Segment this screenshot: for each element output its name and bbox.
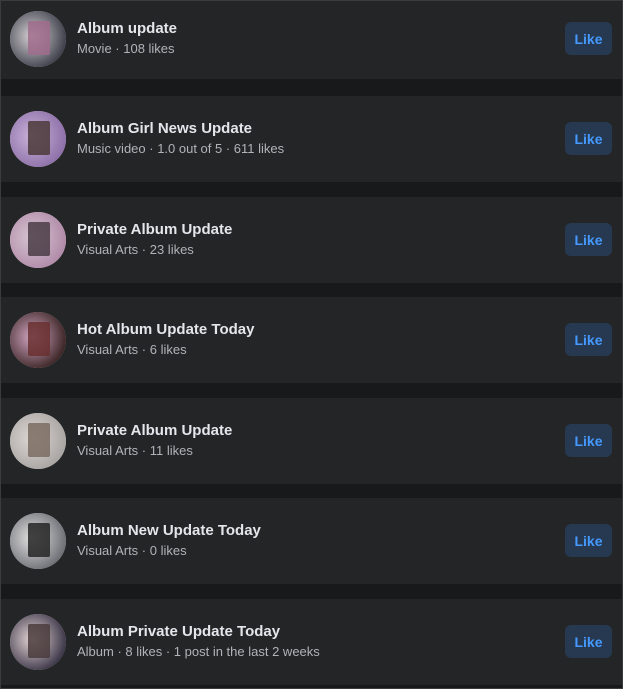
page-name-link[interactable]: Hot Album Update Today — [77, 321, 255, 338]
avatar-pixelation — [28, 423, 50, 457]
page-name-link[interactable]: Album Girl News Update — [77, 120, 252, 137]
like-button[interactable]: Like — [565, 524, 612, 557]
page-row[interactable]: Album Girl News Update Music video · 1.0 … — [1, 96, 622, 182]
avatar-pixelation — [28, 322, 50, 356]
page-name-link[interactable]: Album Private Update Today — [77, 623, 280, 640]
page-avatar[interactable] — [10, 312, 66, 368]
page-meta: Visual Arts · 23 likes — [77, 242, 194, 257]
like-button[interactable]: Like — [565, 22, 612, 55]
page-avatar[interactable] — [10, 413, 66, 469]
avatar-pixelation — [28, 222, 50, 256]
page-name-link[interactable]: Private Album Update — [77, 422, 232, 439]
like-button[interactable]: Like — [565, 122, 612, 155]
page-avatar[interactable] — [10, 212, 66, 268]
page-name-link[interactable]: Album update — [77, 20, 177, 37]
page-avatar[interactable] — [10, 513, 66, 569]
page-row[interactable]: Private Album Update Visual Arts · 11 lik… — [1, 398, 622, 484]
page-row[interactable]: Album Private Update Today Album · 8 like… — [1, 599, 622, 685]
like-button[interactable]: Like — [565, 424, 612, 457]
avatar-pixelation — [28, 121, 50, 155]
page-row[interactable]: Hot Album Update Today Visual Arts · 6 li… — [1, 297, 622, 383]
page-meta: Music video · 1.0 out of 5 · 611 likes — [77, 141, 285, 156]
page-meta: Visual Arts · 0 likes — [77, 543, 187, 558]
avatar-pixelation — [28, 624, 50, 658]
page-name-link[interactable]: Album New Update Today — [77, 522, 261, 539]
liked-pages-panel: Album update Movie · 108 likes Like Album G… — [0, 0, 623, 689]
page-meta: Movie · 108 likes — [77, 41, 175, 56]
page-row[interactable]: Private Album Update Visual Arts · 23 lik… — [1, 197, 622, 283]
page-meta: Album · 8 likes · 1 post in the last 2 w… — [77, 644, 320, 659]
page-meta: Visual Arts · 11 likes — [77, 443, 193, 458]
like-button[interactable]: Like — [565, 323, 612, 356]
page-avatar[interactable] — [10, 11, 66, 67]
page-meta: Visual Arts · 6 likes — [77, 342, 187, 357]
page-row[interactable]: Album New Update Today Visual Arts · 0 li… — [1, 498, 622, 584]
page-avatar[interactable] — [10, 111, 66, 167]
like-button[interactable]: Like — [565, 625, 612, 658]
avatar-pixelation — [28, 21, 50, 55]
avatar-pixelation — [28, 523, 50, 557]
page-avatar[interactable] — [10, 614, 66, 670]
page-name-link[interactable]: Private Album Update — [77, 221, 232, 238]
like-button[interactable]: Like — [565, 223, 612, 256]
page-row[interactable]: Album update Movie · 108 likes Like — [1, 1, 622, 79]
